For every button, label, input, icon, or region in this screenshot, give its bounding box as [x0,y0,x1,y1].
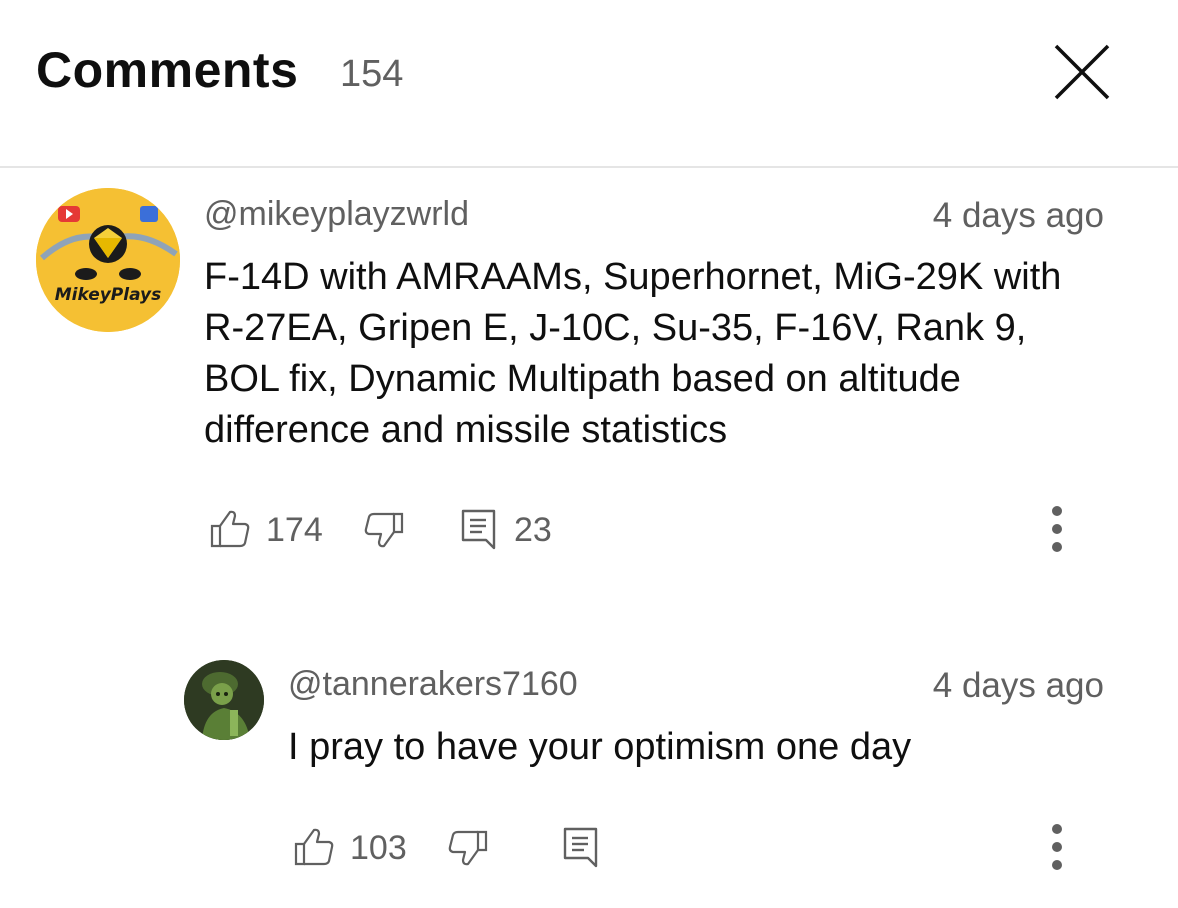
comment-timestamp: 4 days ago [932,196,1104,235]
like-count: 103 [350,829,407,867]
comment-text: F-14D with AMRAAMs, Superhornet, MiG-29K… [204,256,1062,451]
thumbs-down-icon [448,830,488,866]
thumbs-down-icon [364,512,404,548]
more-vert-icon [1052,824,1062,834]
svg-text:MikeyPlays: MikeyPlays [55,285,162,305]
like-button[interactable] [292,824,336,868]
comments-panel: Comments 154 MikeyPlays @mikeyplayzwrld … [0,0,1178,908]
avatar-image [184,660,264,740]
dislike-button[interactable] [362,510,406,554]
more-options-button[interactable] [1042,820,1072,880]
more-vert-icon [1052,506,1062,516]
comments-count: 154 [340,53,404,95]
thumbs-up-icon [210,510,250,548]
close-icon [1054,44,1110,100]
reply-count: 23 [514,511,552,549]
dislike-button[interactable] [446,828,490,872]
comment-text: I pray to have your optimism one day [288,726,912,768]
reply-icon [563,827,598,868]
comments-header: Comments 154 [0,0,1178,166]
reply-button[interactable] [562,826,602,870]
like-button[interactable] [208,506,252,550]
avatar-logo-image: MikeyPlays [36,188,180,332]
comment-author[interactable]: @mikeyplayzwrld [204,194,469,234]
reply-icon [461,509,496,550]
like-count: 174 [266,511,323,549]
avatar[interactable] [184,660,264,740]
comment-timestamp: 4 days ago [932,666,1104,705]
comments-title: Comments [36,42,299,98]
reply-button[interactable] [460,508,500,552]
header-divider [0,166,1178,168]
thumbs-up-icon [294,828,334,866]
avatar[interactable]: MikeyPlays [36,188,180,332]
comment-author[interactable]: @tannerakers7160 [288,664,578,704]
close-button[interactable] [1050,40,1114,104]
more-options-button[interactable] [1042,502,1072,562]
